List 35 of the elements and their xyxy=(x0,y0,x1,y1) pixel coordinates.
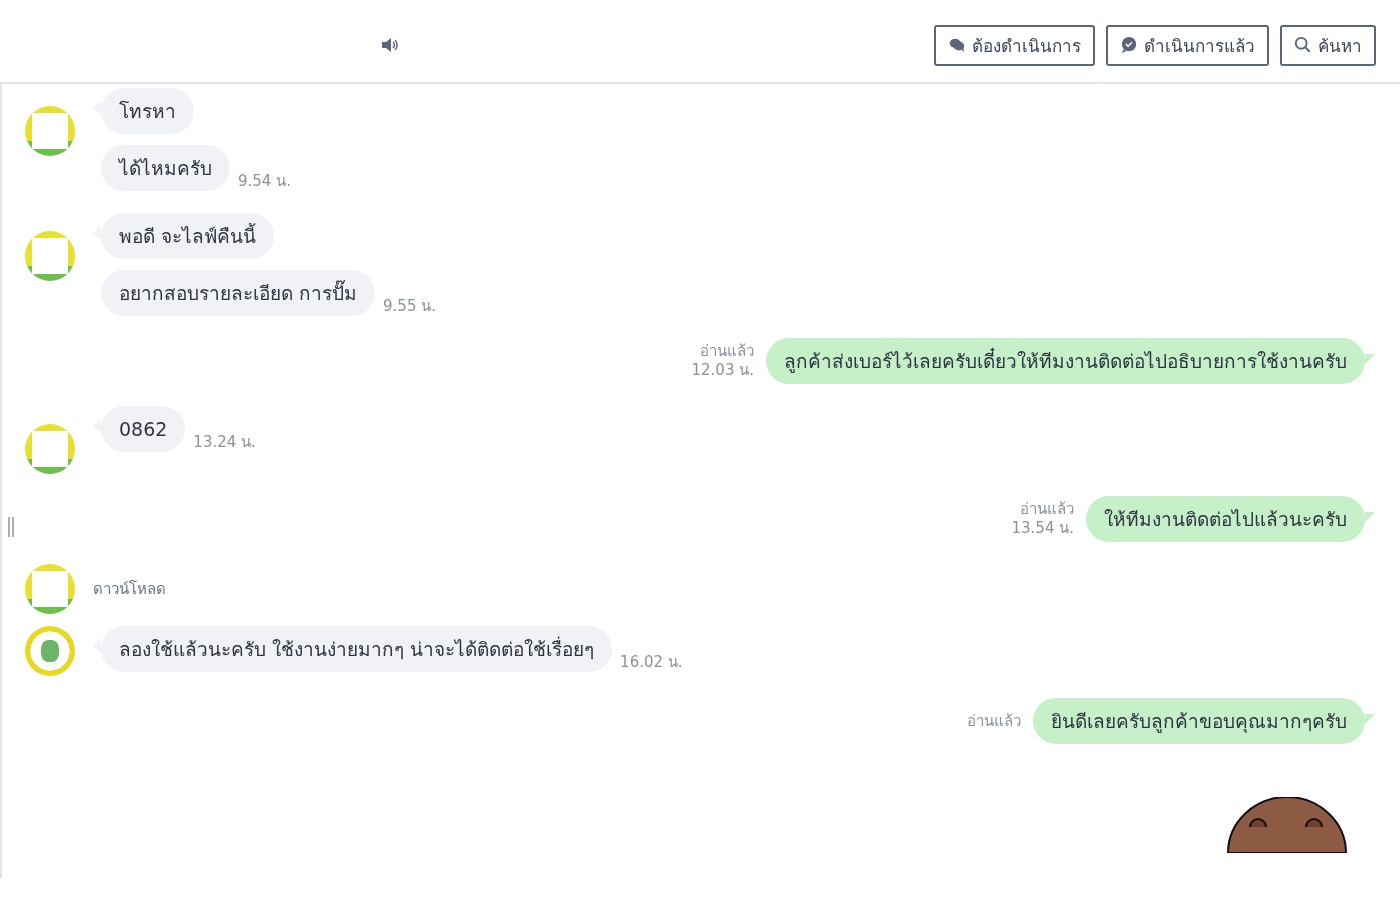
avatar xyxy=(25,424,75,474)
message-bubble: อยากสอบรายละเอียด การปั๊ม xyxy=(101,270,376,316)
message-time: 16.02 น. xyxy=(620,652,683,673)
message-bubble: โทรหา xyxy=(101,88,194,134)
avatar xyxy=(25,231,75,281)
message-time: 9.55 น. xyxy=(383,296,436,317)
message-time: 12.03 น. xyxy=(691,361,754,380)
check-bubble-icon xyxy=(1120,36,1138,54)
search-icon xyxy=(1294,36,1312,54)
bubble-tail xyxy=(1365,714,1375,724)
avatar xyxy=(25,564,75,614)
avatar xyxy=(25,626,75,676)
message-bubble: 0862 xyxy=(101,406,186,452)
filter-button[interactable]: ต้องดำเนินการ xyxy=(934,24,1095,66)
filter-button[interactable]: ดำเนินการแล้ว xyxy=(1106,24,1269,66)
bubble-tail xyxy=(1365,354,1375,364)
read-status: อ่านแล้ว xyxy=(700,342,754,361)
bubble-tail xyxy=(1365,512,1375,522)
message-bubble: พอดี จะไลฟ์คืนนี้ xyxy=(101,213,275,259)
download-link[interactable]: ดาวน์โหลด xyxy=(93,577,166,601)
speaker-icon[interactable] xyxy=(380,35,400,55)
resize-handle[interactable] xyxy=(8,517,14,537)
message-bubble: ลูกค้าส่งเบอร์ไว้เลยครับเดี๋ยวให้ทีมงานติดต่อไปอธิบายการใช้งานครับ xyxy=(766,338,1365,384)
avatar xyxy=(25,106,75,156)
message-bubble: ได้ไหมครับ xyxy=(101,145,230,191)
read-status: อ่านแล้ว xyxy=(1020,500,1074,519)
filter-button[interactable]: ค้นหา xyxy=(1280,24,1376,66)
message-bubble: ลองใช้แล้วนะครับ ใช้งานง่ายมากๆ น่าจะได้ติดต่อใช้เรื่อยๆ xyxy=(101,626,613,672)
message-bubble: ยินดีเลยครับลูกค้าขอบคุณมากๆครับ xyxy=(1033,698,1365,744)
message-time: 9.54 น. xyxy=(238,171,291,192)
chat-bubbles-icon xyxy=(948,36,966,54)
message-bubble: ให้ทีมงานติดต่อไปแล้วนะครับ xyxy=(1086,496,1365,542)
message-time: 13.24 น. xyxy=(193,432,256,453)
read-status: อ่านแล้ว xyxy=(967,711,1021,731)
message-time: 13.54 น. xyxy=(1011,519,1074,538)
